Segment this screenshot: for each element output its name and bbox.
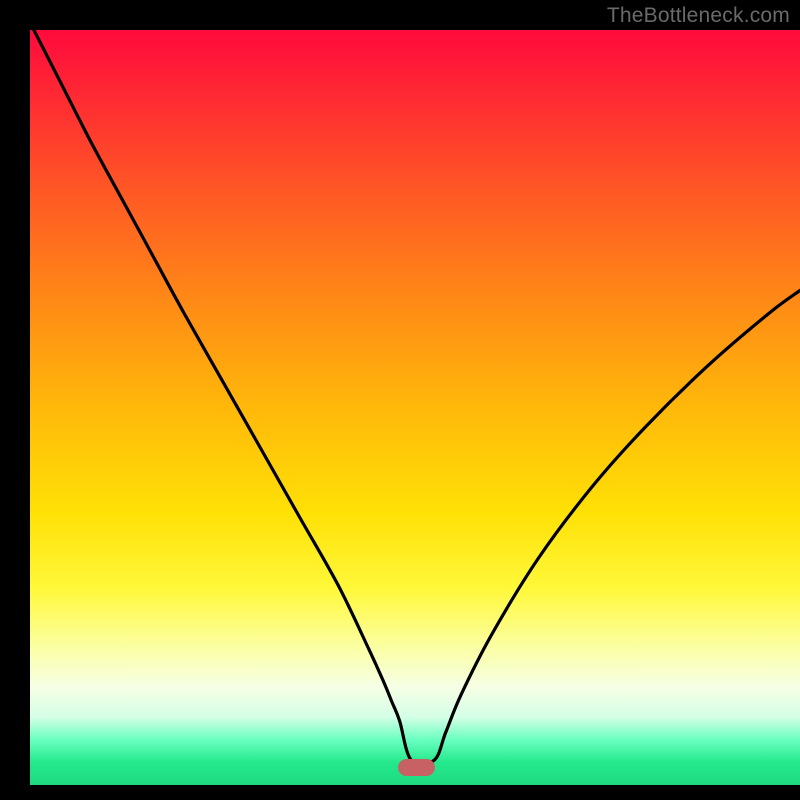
chart-frame: TheBottleneck.com [0,0,800,800]
curve-svg [30,30,800,785]
minimum-marker [398,759,435,776]
bottleneck-curve-path [34,30,800,764]
watermark-text: TheBottleneck.com [607,4,790,28]
plot-area [30,30,800,785]
